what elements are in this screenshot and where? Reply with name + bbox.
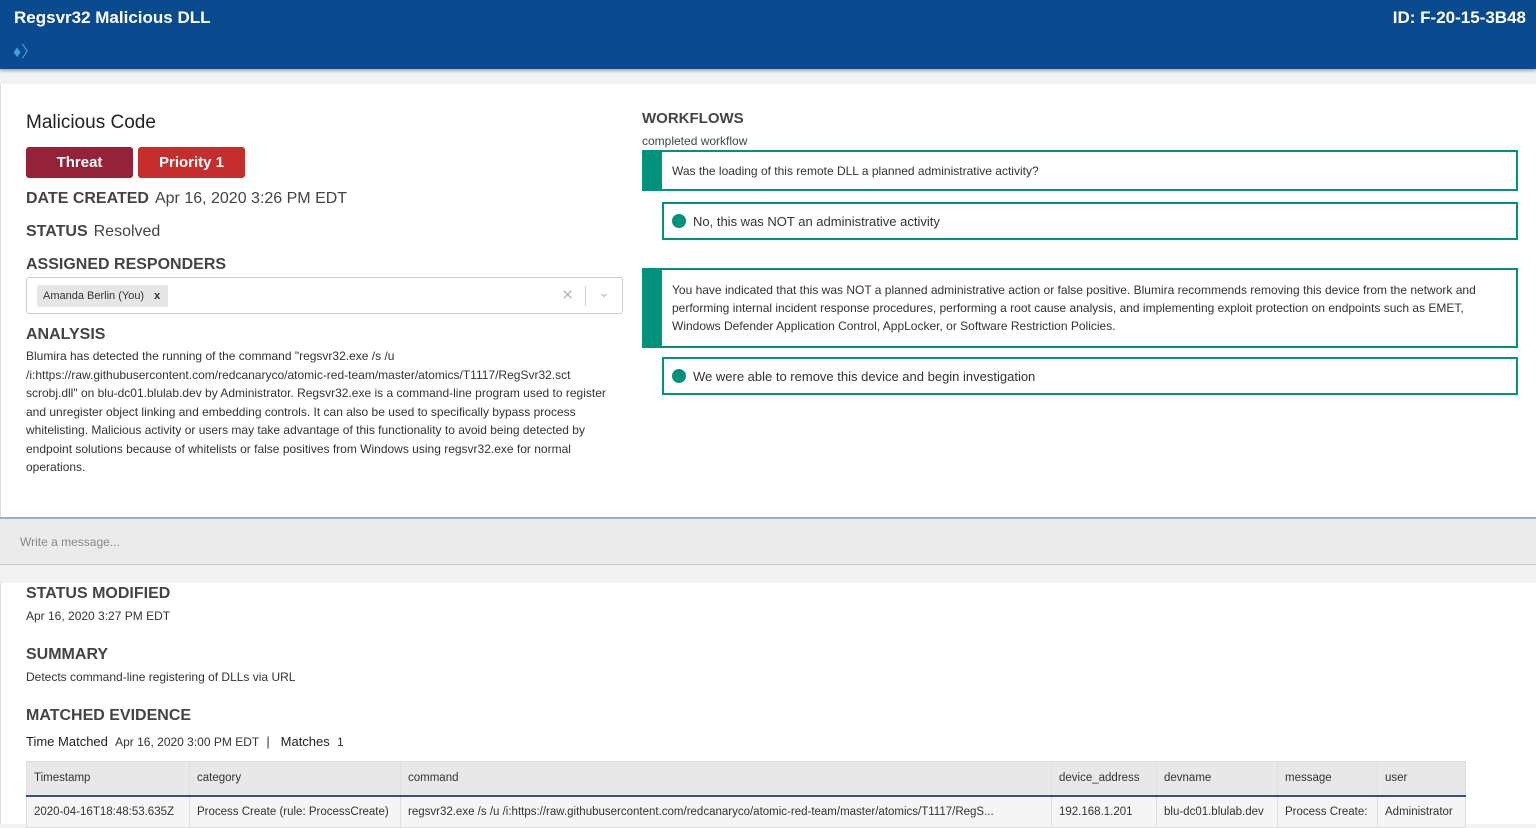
summary-value: Detects command-line registering of DLLs… (26, 670, 296, 684)
status-modified-label: STATUS MODIFIED (26, 585, 171, 602)
summary-label: SUMMARY (26, 646, 109, 663)
finding-type: Malicious Code (26, 112, 156, 133)
cell-category: Process Create (rule: ProcessCreate) (189, 795, 401, 828)
column-header[interactable]: message (1277, 761, 1378, 797)
cell-devname: blu-dc01.blulab.dev (1156, 795, 1278, 828)
workflow-question: You have indicated that this was NOT a p… (642, 268, 1518, 348)
answer-dot-icon (672, 214, 686, 228)
responders-select[interactable]: Amanda Berlin (You) x ✕ ⌄ (26, 277, 623, 314)
column-header[interactable]: Timestamp (26, 761, 190, 797)
finding-panel: Malicious Code Threat Priority 1 DATE CR… (0, 84, 1536, 518)
workflows-title: WORKFLOWS (642, 110, 744, 127)
column-header[interactable]: category (189, 761, 401, 797)
responder-chip: Amanda Berlin (You) x (37, 285, 169, 307)
details-panel: STATUS MODIFIED Apr 16, 2020 3:27 PM EDT… (0, 583, 1536, 828)
finding-id: ID: F-20-15-3B48 (1392, 8, 1526, 27)
cell-timestamp: 2020-04-16T18:48:53.635Z (26, 795, 190, 828)
cell-message: Process Create: (1277, 795, 1378, 828)
clear-icon[interactable]: ✕ (561, 286, 574, 304)
table-row[interactable]: 2020-04-16T18:48:53.635Z Process Create … (26, 795, 1466, 828)
workflow-answer: We were able to remove this device and b… (662, 357, 1518, 395)
remove-responder-icon[interactable]: x (154, 290, 160, 302)
header: Regsvr32 Malicious DLL ♦〉 ID: F-20-15-3B… (0, 0, 1536, 69)
column-header[interactable]: command (400, 761, 1052, 797)
threat-badge: Threat (26, 147, 133, 178)
evidence-label: MATCHED EVIDENCE (26, 707, 192, 724)
answer-dot-icon (672, 369, 686, 383)
analysis-text: Blumira has detected the running of the … (26, 349, 606, 474)
workflow-question: Was the loading of this remote DLL a pla… (642, 150, 1518, 191)
status: STATUS Resolved (26, 223, 161, 240)
cell-command: regsvr32.exe /s /u /i:https://raw.github… (400, 795, 1052, 828)
workflow-answer: No, this was NOT an administrative activ… (662, 202, 1518, 240)
priority-badge: Priority 1 (138, 147, 245, 178)
column-header[interactable]: device_address (1051, 761, 1157, 797)
column-header[interactable]: user (1377, 761, 1466, 797)
chevron-down-icon[interactable]: ⌄ (598, 284, 610, 301)
divider (585, 286, 586, 306)
status-modified-value: Apr 16, 2020 3:27 PM EDT (26, 609, 171, 623)
cell-device-address: 192.168.1.201 (1051, 795, 1157, 828)
analysis-label: ANALYSIS (26, 326, 106, 343)
column-header[interactable]: devname (1156, 761, 1278, 797)
tags-icon[interactable]: ♦〉 (13, 38, 37, 62)
evidence-table: Timestamp category command device_addres… (26, 761, 1466, 828)
responders-label: ASSIGNED RESPONDERS (26, 256, 227, 273)
workflows-subtitle: completed workflow (642, 134, 748, 148)
cell-user: Administrator (1377, 795, 1466, 828)
evidence-meta: Time Matched Apr 16, 2020 3:00 PM EDT | … (26, 734, 344, 749)
finding-title: Regsvr32 Malicious DLL (14, 8, 211, 27)
date-created: DATE CREATED Apr 16, 2020 3:26 PM EDT (26, 190, 348, 207)
message-input[interactable]: Write a message... (0, 517, 1536, 565)
